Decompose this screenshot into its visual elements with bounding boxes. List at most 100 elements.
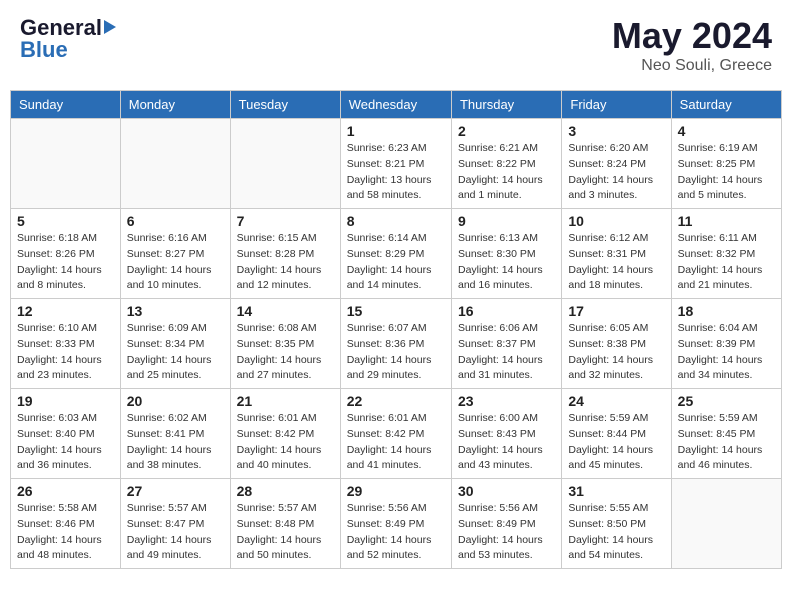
logo: General Blue bbox=[20, 15, 116, 63]
day-number: 10 bbox=[568, 213, 664, 229]
day-number: 31 bbox=[568, 483, 664, 499]
calendar-cell: 14Sunrise: 6:08 AMSunset: 8:35 PMDayligh… bbox=[230, 299, 340, 389]
day-number: 18 bbox=[678, 303, 775, 319]
day-number: 2 bbox=[458, 123, 555, 139]
day-info: Sunrise: 5:56 AMSunset: 8:49 PMDaylight:… bbox=[347, 501, 445, 564]
day-info: Sunrise: 6:09 AMSunset: 8:34 PMDaylight:… bbox=[127, 321, 224, 384]
calendar-cell: 20 Sunrise: 6:02 AMSunset: 8:41 PMDayligh… bbox=[120, 389, 230, 479]
logo-arrow-icon bbox=[104, 20, 116, 34]
weekday-header-thursday: Thursday bbox=[451, 91, 561, 119]
calendar-cell: 30 Sunrise: 5:56 AMSunset: 8:49 PMDayligh… bbox=[451, 479, 561, 569]
day-info: Sunrise: 6:04 AMSunset: 8:39 PMDaylight:… bbox=[678, 321, 775, 384]
calendar-cell bbox=[120, 119, 230, 209]
day-info: Sunrise: 6:13 AMSunset: 8:30 PMDaylight:… bbox=[458, 231, 555, 294]
weekday-header-monday: Monday bbox=[120, 91, 230, 119]
calendar-cell: 15Sunrise: 6:07 AMSunset: 8:36 PMDayligh… bbox=[340, 299, 451, 389]
day-number: 13 bbox=[127, 303, 224, 319]
day-info: Sunrise: 6:14 AMSunset: 8:29 PMDaylight:… bbox=[347, 231, 445, 294]
calendar-cell: 24 Sunrise: 5:59 AMSunset: 8:44 PMDayligh… bbox=[562, 389, 671, 479]
day-number: 11 bbox=[678, 213, 775, 229]
day-number: 21 bbox=[237, 393, 334, 409]
calendar-cell: 1 Sunrise: 6:23 AMSunset: 8:21 PMDaylight… bbox=[340, 119, 451, 209]
day-info: Sunrise: 5:58 AMSunset: 8:46 PMDaylight:… bbox=[17, 501, 114, 564]
day-number: 30 bbox=[458, 483, 555, 499]
calendar-week-row: 12 Sunrise: 6:10 AMSunset: 8:33 PMDayligh… bbox=[11, 299, 782, 389]
day-info: Sunrise: 6:03 AMSunset: 8:40 PMDaylight:… bbox=[17, 411, 114, 474]
calendar-cell: 11 Sunrise: 6:11 AMSunset: 8:32 PMDayligh… bbox=[671, 209, 781, 299]
calendar-cell: 17Sunrise: 6:05 AMSunset: 8:38 PMDayligh… bbox=[562, 299, 671, 389]
calendar-cell: 6Sunrise: 6:16 AMSunset: 8:27 PMDaylight… bbox=[120, 209, 230, 299]
day-info: Sunrise: 5:57 AMSunset: 8:48 PMDaylight:… bbox=[237, 501, 334, 564]
weekday-header-wednesday: Wednesday bbox=[340, 91, 451, 119]
day-number: 16 bbox=[458, 303, 555, 319]
calendar-cell: 3 Sunrise: 6:20 AMSunset: 8:24 PMDaylight… bbox=[562, 119, 671, 209]
calendar-cell: 10 Sunrise: 6:12 AMSunset: 8:31 PMDayligh… bbox=[562, 209, 671, 299]
calendar-cell: 31 Sunrise: 5:55 AMSunset: 8:50 PMDayligh… bbox=[562, 479, 671, 569]
day-number: 19 bbox=[17, 393, 114, 409]
calendar-cell: 28 Sunrise: 5:57 AMSunset: 8:48 PMDayligh… bbox=[230, 479, 340, 569]
calendar-cell: 16Sunrise: 6:06 AMSunset: 8:37 PMDayligh… bbox=[451, 299, 561, 389]
day-info: Sunrise: 6:08 AMSunset: 8:35 PMDaylight:… bbox=[237, 321, 334, 384]
day-number: 17 bbox=[568, 303, 664, 319]
day-number: 27 bbox=[127, 483, 224, 499]
calendar-cell: 8Sunrise: 6:14 AMSunset: 8:29 PMDaylight… bbox=[340, 209, 451, 299]
day-info: Sunrise: 6:12 AMSunset: 8:31 PMDaylight:… bbox=[568, 231, 664, 294]
calendar-cell bbox=[671, 479, 781, 569]
month-title: May 2024 bbox=[612, 15, 772, 57]
day-number: 22 bbox=[347, 393, 445, 409]
day-number: 24 bbox=[568, 393, 664, 409]
day-info: Sunrise: 6:00 AMSunset: 8:43 PMDaylight:… bbox=[458, 411, 555, 474]
calendar-table: SundayMondayTuesdayWednesdayThursdayFrid… bbox=[10, 90, 782, 569]
calendar-cell: 22 Sunrise: 6:01 AMSunset: 8:42 PMDayligh… bbox=[340, 389, 451, 479]
day-number: 6 bbox=[127, 213, 224, 229]
calendar-cell: 25Sunrise: 5:59 AMSunset: 8:45 PMDayligh… bbox=[671, 389, 781, 479]
day-number: 20 bbox=[127, 393, 224, 409]
calendar-cell: 5 Sunrise: 6:18 AMSunset: 8:26 PMDaylight… bbox=[11, 209, 121, 299]
day-info: Sunrise: 6:20 AMSunset: 8:24 PMDaylight:… bbox=[568, 141, 664, 204]
day-info: Sunrise: 6:18 AMSunset: 8:26 PMDaylight:… bbox=[17, 231, 114, 294]
calendar-cell: 2 Sunrise: 6:21 AMSunset: 8:22 PMDaylight… bbox=[451, 119, 561, 209]
day-info: Sunrise: 5:55 AMSunset: 8:50 PMDaylight:… bbox=[568, 501, 664, 564]
day-info: Sunrise: 6:02 AMSunset: 8:41 PMDaylight:… bbox=[127, 411, 224, 474]
day-number: 12 bbox=[17, 303, 114, 319]
calendar-cell: 26Sunrise: 5:58 AMSunset: 8:46 PMDayligh… bbox=[11, 479, 121, 569]
calendar-week-row: 1 Sunrise: 6:23 AMSunset: 8:21 PMDaylight… bbox=[11, 119, 782, 209]
day-info: Sunrise: 6:15 AMSunset: 8:28 PMDaylight:… bbox=[237, 231, 334, 294]
day-info: Sunrise: 6:21 AMSunset: 8:22 PMDaylight:… bbox=[458, 141, 555, 204]
day-info: Sunrise: 6:10 AMSunset: 8:33 PMDaylight:… bbox=[17, 321, 114, 384]
day-info: Sunrise: 5:59 AMSunset: 8:44 PMDaylight:… bbox=[568, 411, 664, 474]
day-number: 23 bbox=[458, 393, 555, 409]
calendar-week-row: 5 Sunrise: 6:18 AMSunset: 8:26 PMDaylight… bbox=[11, 209, 782, 299]
day-info: Sunrise: 6:07 AMSunset: 8:36 PMDaylight:… bbox=[347, 321, 445, 384]
day-info: Sunrise: 5:57 AMSunset: 8:47 PMDaylight:… bbox=[127, 501, 224, 564]
day-number: 5 bbox=[17, 213, 114, 229]
day-number: 29 bbox=[347, 483, 445, 499]
calendar-cell: 19 Sunrise: 6:03 AMSunset: 8:40 PMDayligh… bbox=[11, 389, 121, 479]
day-number: 1 bbox=[347, 123, 445, 139]
calendar-week-row: 19 Sunrise: 6:03 AMSunset: 8:40 PMDayligh… bbox=[11, 389, 782, 479]
calendar-cell: 13 Sunrise: 6:09 AMSunset: 8:34 PMDayligh… bbox=[120, 299, 230, 389]
title-area: May 2024 Neo Souli, Greece bbox=[612, 15, 772, 75]
calendar-cell: 7Sunrise: 6:15 AMSunset: 8:28 PMDaylight… bbox=[230, 209, 340, 299]
calendar-cell: 18 Sunrise: 6:04 AMSunset: 8:39 PMDayligh… bbox=[671, 299, 781, 389]
day-info: Sunrise: 6:01 AMSunset: 8:42 PMDaylight:… bbox=[347, 411, 445, 474]
day-info: Sunrise: 5:59 AMSunset: 8:45 PMDaylight:… bbox=[678, 411, 775, 474]
weekday-header-tuesday: Tuesday bbox=[230, 91, 340, 119]
calendar-week-row: 26Sunrise: 5:58 AMSunset: 8:46 PMDayligh… bbox=[11, 479, 782, 569]
weekday-header-friday: Friday bbox=[562, 91, 671, 119]
weekday-header-saturday: Saturday bbox=[671, 91, 781, 119]
day-info: Sunrise: 6:11 AMSunset: 8:32 PMDaylight:… bbox=[678, 231, 775, 294]
weekday-header-sunday: Sunday bbox=[11, 91, 121, 119]
calendar-cell bbox=[230, 119, 340, 209]
day-number: 3 bbox=[568, 123, 664, 139]
calendar-cell: 27 Sunrise: 5:57 AMSunset: 8:47 PMDayligh… bbox=[120, 479, 230, 569]
day-info: Sunrise: 5:56 AMSunset: 8:49 PMDaylight:… bbox=[458, 501, 555, 564]
calendar-cell: 12 Sunrise: 6:10 AMSunset: 8:33 PMDayligh… bbox=[11, 299, 121, 389]
day-number: 28 bbox=[237, 483, 334, 499]
page-header: General Blue May 2024 Neo Souli, Greece bbox=[10, 10, 782, 80]
day-info: Sunrise: 6:23 AMSunset: 8:21 PMDaylight:… bbox=[347, 141, 445, 204]
calendar-cell: 29 Sunrise: 5:56 AMSunset: 8:49 PMDayligh… bbox=[340, 479, 451, 569]
location: Neo Souli, Greece bbox=[612, 57, 772, 75]
calendar-header-row: SundayMondayTuesdayWednesdayThursdayFrid… bbox=[11, 91, 782, 119]
calendar-cell: 23 Sunrise: 6:00 AMSunset: 8:43 PMDayligh… bbox=[451, 389, 561, 479]
